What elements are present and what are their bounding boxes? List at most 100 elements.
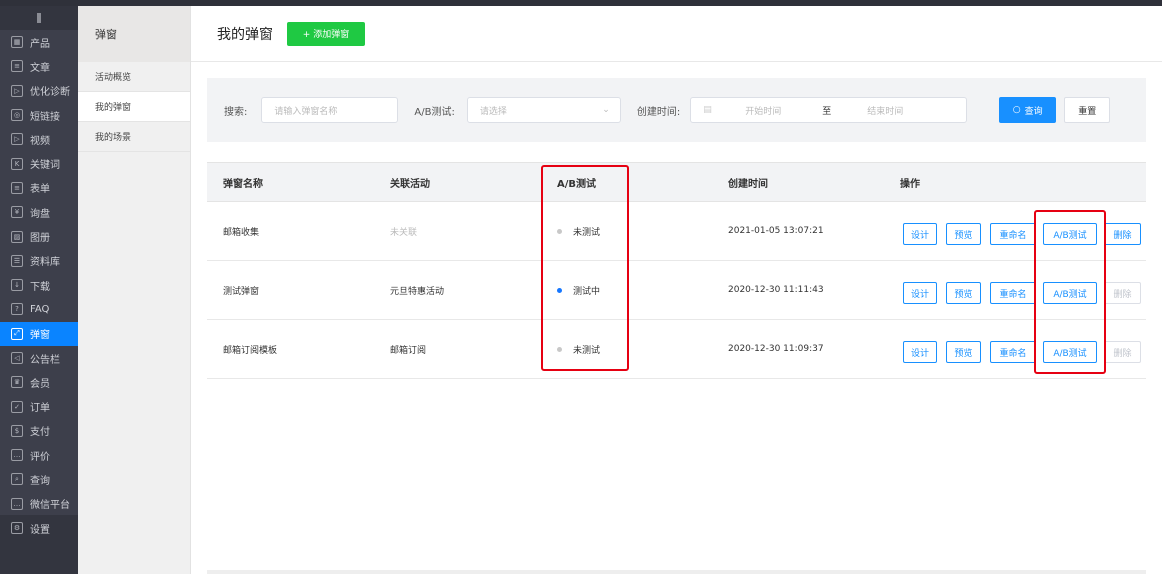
sub-sidebar-title: 弹窗: [78, 6, 190, 62]
inquiry-icon: ¥: [11, 206, 23, 219]
nav-item-12[interactable]: ⤢ 弹窗: [0, 321, 78, 346]
rename-button[interactable]: 重命名: [990, 223, 1036, 245]
rename-button[interactable]: 重命名: [990, 282, 1036, 304]
ab-test-button[interactable]: A/B测试: [1043, 341, 1097, 363]
nav-item-15[interactable]: ✓ 订单: [0, 394, 78, 418]
created-time-label: 创建时间:: [636, 106, 681, 118]
nav-item-label: 文章: [30, 62, 50, 74]
nav-item-9[interactable]: ☰ 资料库: [0, 249, 78, 273]
status-dot-icon: [557, 287, 562, 293]
ab-test-button[interactable]: A/B测试: [1043, 223, 1097, 245]
nav-item-14[interactable]: ♛ 会员: [0, 370, 78, 394]
search-label: 搜索:: [224, 106, 248, 118]
nav-item-19[interactable]: … 微信平台: [0, 492, 78, 516]
gear-icon: ⚙: [11, 522, 23, 535]
comment-icon: …: [11, 449, 23, 462]
ab-test-button[interactable]: A/B测试: [1043, 282, 1097, 304]
nav-item-7[interactable]: ¥ 询盘: [0, 200, 78, 224]
nav-item-label: 下载: [30, 281, 50, 293]
nav-item-label: 微信平台: [30, 500, 70, 512]
table-row: 邮箱订阅模板 邮箱订阅 未测试 2020-12-30 11:09:37 设计 预览重…: [207, 320, 1146, 379]
grid-icon: ▦: [11, 36, 23, 49]
table-header: 弹窗名称 关联活动 A/B测试 创建时间 操作: [207, 162, 1146, 202]
linked-activity: 邮箱订阅: [390, 345, 427, 356]
nav-item-label: 资料库: [30, 257, 60, 269]
play-circle-icon: ▷: [11, 84, 23, 97]
nav-item-2[interactable]: ▷ 优化诊断: [0, 79, 78, 103]
calendar-icon: ▤: [703, 105, 712, 115]
start-time-input[interactable]: 开始时间: [745, 104, 781, 117]
end-time-input[interactable]: 结束时间: [867, 104, 903, 117]
sub-sidebar: 弹窗 活动概览 我的弹窗 我的场景: [78, 6, 191, 574]
order-icon: ✓: [11, 400, 23, 413]
nav-item-16[interactable]: $ 支付: [0, 419, 78, 443]
delete-button[interactable]: 删除: [1104, 282, 1141, 304]
date-range-separator: 至: [822, 106, 832, 117]
nav-item-10[interactable]: ↓ 下载: [0, 273, 78, 297]
link-icon: ◎: [11, 109, 23, 122]
status-dot-icon: [557, 228, 562, 234]
ab-test-status: 测试中: [557, 261, 600, 319]
nav-item-label: 查询: [30, 475, 50, 487]
nav-item-20[interactable]: ⚙ 设置: [0, 515, 78, 541]
created-time: 2021-01-05 13:07:21: [728, 226, 824, 236]
download-icon: ↓: [11, 279, 23, 292]
subnav-item-overview[interactable]: 活动概览: [78, 62, 190, 92]
ab-test-status: 未测试: [557, 320, 600, 378]
page-title: 我的弹窗: [217, 26, 273, 43]
nav-item-1[interactable]: ≡ 文章: [0, 54, 78, 78]
preview-button[interactable]: 预览: [946, 282, 981, 304]
nav-item-13[interactable]: ◁ 公告栏: [0, 346, 78, 370]
ab-test-select-placeholder: 请选择: [479, 106, 507, 117]
main-sidebar: ▦ 产品 ≡ 文章 ▷ 优化诊断 ◎ 短链接 ▷ 视频 K 关键词 ≡ 表单 ¥ 询盘 ▨ 图册 ☰ 资料库 ↓ 下载 ? F…: [0, 6, 78, 574]
column-header-ab-test: A/B测试: [557, 178, 597, 190]
reset-button[interactable]: 重置: [1064, 97, 1111, 123]
nav-item-18[interactable]: ⌕ 查询: [0, 467, 78, 491]
nav-item-6[interactable]: ≡ 表单: [0, 176, 78, 200]
preview-button[interactable]: 预览: [946, 223, 981, 245]
nav-item-4[interactable]: ▷ 视频: [0, 127, 78, 151]
filter-bar: 搜索: 请输入弹窗名称 A/B测试: 请选择 ⌄ 创建时间: ▤ 开始时间 至 …: [207, 78, 1146, 142]
query-button[interactable]: ○ 查询: [999, 97, 1057, 123]
column-header-activity: 关联活动: [390, 178, 430, 190]
popup-icon: ⤢: [11, 327, 23, 340]
subnav-item-my-scenes[interactable]: 我的场景: [78, 122, 190, 152]
subnav-item-my-popups[interactable]: 我的弹窗: [78, 92, 190, 122]
table-row: 测试弹窗 元旦特惠活动 测试中 2020-12-30 11:11:43 设计 预览重…: [207, 261, 1146, 320]
nav-item-label: 图册: [30, 233, 50, 245]
nav-item-label: 表单: [30, 184, 50, 196]
nav-item-8[interactable]: ▨ 图册: [0, 224, 78, 248]
design-button[interactable]: 设计: [903, 223, 937, 245]
faq-icon: ?: [11, 303, 23, 316]
delete-button[interactable]: 删除: [1104, 223, 1141, 245]
article-icon: ≡: [11, 60, 23, 73]
crown-icon: ♛: [11, 376, 23, 389]
search-input[interactable]: 请输入弹窗名称: [261, 97, 399, 123]
ab-test-select[interactable]: 请选择 ⌄: [466, 97, 621, 123]
nav-item-label: 会员: [30, 378, 50, 390]
design-button[interactable]: 设计: [903, 282, 937, 304]
nav-item-5[interactable]: K 关键词: [0, 151, 78, 175]
preview-button[interactable]: 预览: [946, 341, 981, 363]
popup-name: 测试弹窗: [223, 286, 260, 297]
date-range-picker[interactable]: ▤ 开始时间 至 结束时间: [690, 97, 968, 123]
nav-item-17[interactable]: … 评价: [0, 443, 78, 467]
nav-item-label: 公告栏: [30, 354, 60, 366]
popup-name: 邮箱收集: [223, 227, 260, 238]
nav-item-label: 弹窗: [30, 330, 50, 342]
nav-item-label: 评价: [30, 451, 50, 463]
nav-item-0[interactable]: ▦ 产品: [0, 30, 78, 54]
design-button[interactable]: 设计: [903, 341, 937, 363]
library-icon: ☰: [11, 254, 23, 267]
delete-button[interactable]: 删除: [1104, 341, 1141, 363]
nav-item-11[interactable]: ? FAQ: [0, 297, 78, 321]
speaker-icon: ◁: [11, 352, 23, 364]
page-header: 我的弹窗 + 添加弹窗: [191, 6, 1162, 62]
album-icon: ▨: [11, 230, 23, 243]
search-icon: ○: [1012, 105, 1021, 115]
table-row: 邮箱收集 未关联 未测试 2021-01-05 13:07:21 设计 预览 重命名 A…: [207, 202, 1146, 261]
rename-button[interactable]: 重命名: [990, 341, 1036, 363]
add-popup-button[interactable]: + 添加弹窗: [287, 21, 365, 46]
pay-icon: $: [11, 424, 23, 437]
nav-item-3[interactable]: ◎ 短链接: [0, 103, 78, 127]
